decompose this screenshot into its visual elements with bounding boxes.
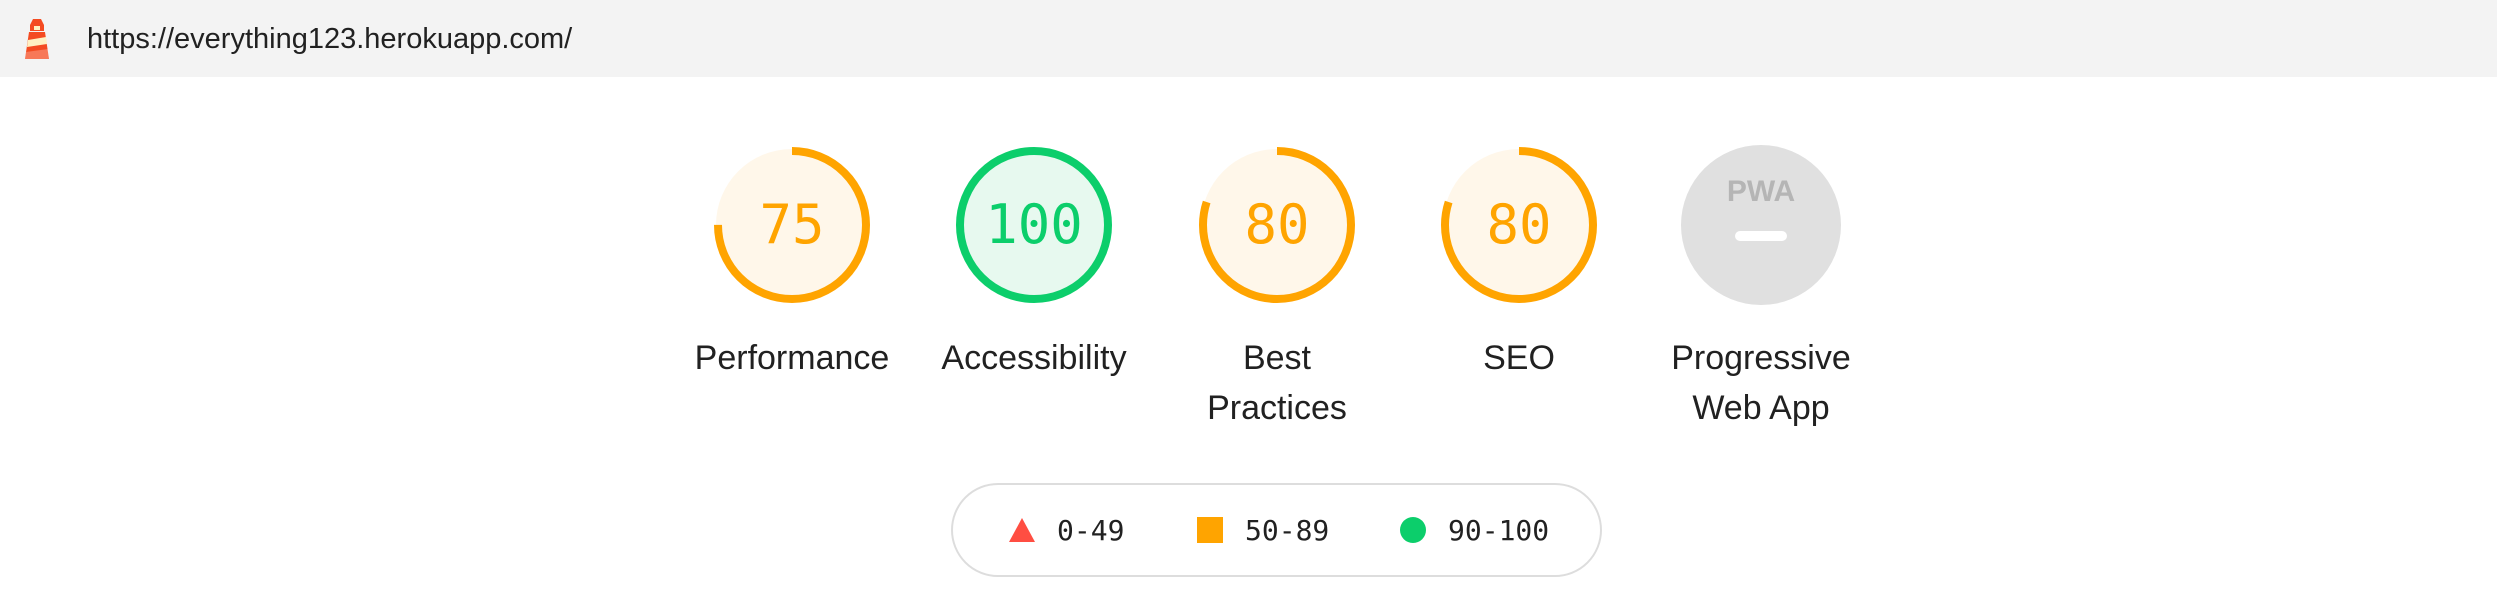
label-line: Web App (1692, 389, 1830, 427)
gauge-accessibility[interactable]: 100 Accessibility (924, 77, 1144, 457)
gauge-best-practices[interactable]: 80 Best Practices (1167, 77, 1387, 457)
legend-range: 0-49 (1057, 513, 1125, 547)
score-value: 80 (1244, 193, 1310, 256)
category-label: Progressive Web App (1631, 333, 1891, 433)
triangle-icon (1009, 518, 1035, 542)
label-line: Accessibility (941, 339, 1127, 377)
report-topbar: https://everything123.herokuapp.com/ (0, 0, 2497, 77)
page-url[interactable]: https://everything123.herokuapp.com/ (87, 22, 572, 56)
category-label: Performance (662, 333, 922, 383)
pwa-badge-text: PWA (1727, 175, 1795, 208)
legend-range: 90-100 (1448, 513, 1550, 547)
category-gauges: 75 Performance 100 Accessibility 80 Best… (0, 77, 2497, 457)
gauge-pwa[interactable]: PWA Progressive Web App (1651, 77, 1871, 457)
legend-range: 50-89 (1245, 513, 1330, 547)
circle-icon (1400, 517, 1426, 543)
label-line: Best (1242, 339, 1312, 377)
square-icon (1197, 517, 1223, 543)
label-line: Progressive (1671, 339, 1851, 377)
gauge-seo[interactable]: 80 SEO (1409, 77, 1629, 457)
label-line: SEO (1483, 339, 1555, 377)
score-value: 75 (759, 193, 825, 256)
score-scale-legend: 0-49 50-89 90-100 (951, 483, 1602, 577)
score-value: 80 (1486, 193, 1552, 256)
legend-item-fail: 0-49 (1009, 485, 1124, 575)
score-value: 100 (985, 193, 1083, 256)
category-label: SEO (1389, 333, 1649, 383)
legend-item-average: 50-89 (1197, 485, 1329, 575)
category-label: Accessibility (904, 333, 1164, 383)
legend-item-pass: 90-100 (1400, 485, 1549, 575)
label-line: Practices (1207, 389, 1347, 427)
gauge-performance[interactable]: 75 Performance (682, 77, 902, 457)
label-line: Performance (694, 339, 890, 377)
lighthouse-icon (25, 19, 49, 59)
pwa-icon: PWA (1681, 145, 1841, 305)
category-label: Best Practices (1147, 333, 1407, 433)
